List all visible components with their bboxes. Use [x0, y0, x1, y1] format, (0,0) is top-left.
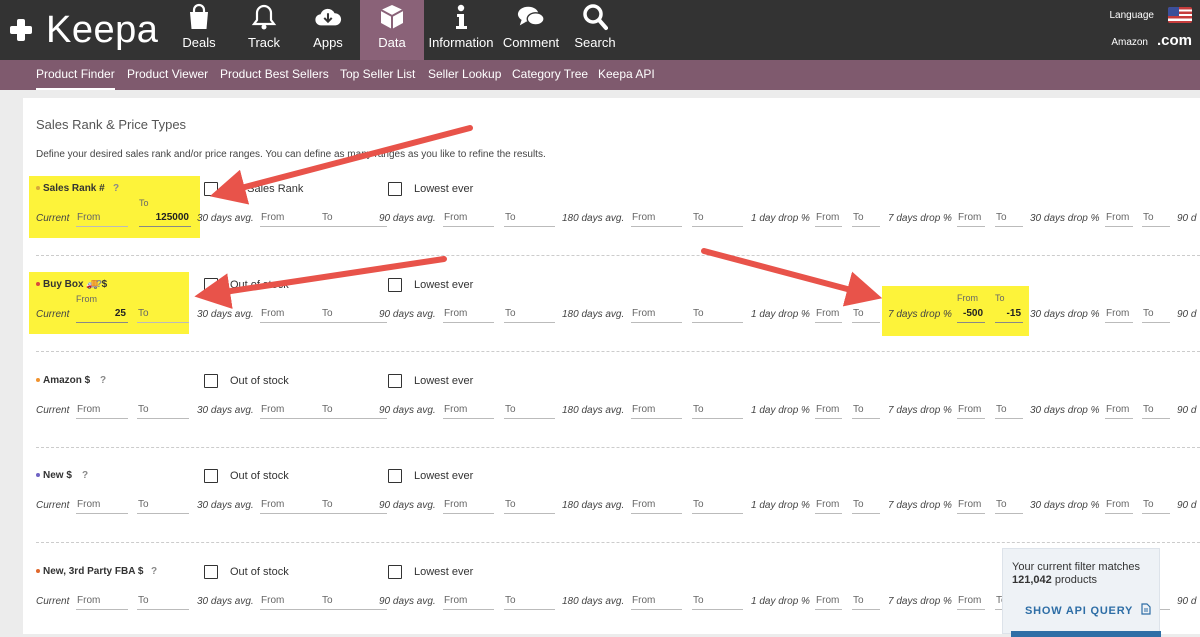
- annotation-arrow-1: [209, 125, 473, 205]
- annotation-arrow-3: [701, 248, 883, 307]
- annotation-arrows: [194, 125, 883, 309]
- annotation-arrow-2: [194, 256, 447, 309]
